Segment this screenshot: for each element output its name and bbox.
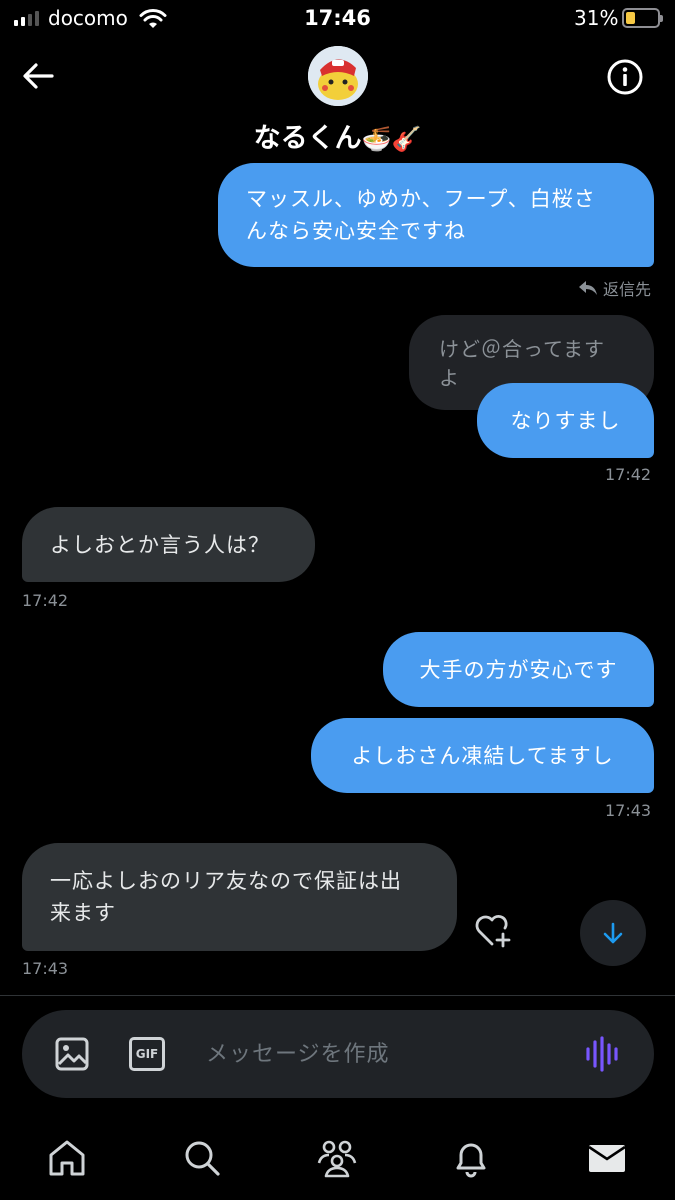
- message-bubble-incoming[interactable]: 一応よしおのリア友なので保証は出 来ます: [22, 843, 457, 951]
- message-bubble-outgoing[interactable]: なりすまし: [477, 383, 654, 458]
- add-reaction-icon[interactable]: [472, 910, 516, 950]
- voice-message-icon[interactable]: [582, 1034, 626, 1074]
- arrow-down-icon: [603, 922, 623, 944]
- tab-home[interactable]: [43, 1134, 91, 1182]
- avatar-image: [308, 46, 368, 106]
- contact-avatar[interactable]: [308, 46, 368, 106]
- bottom-tab-bar: [0, 1120, 675, 1200]
- message-timestamp: 17:43: [22, 959, 69, 978]
- message-timestamp: 17:42: [605, 465, 652, 484]
- info-icon: [607, 59, 643, 95]
- battery-icon: [622, 8, 663, 28]
- battery-level-fill: [626, 12, 635, 24]
- message-bubble-outgoing[interactable]: マッスル、ゆめか、フープ、白桜さ んなら安心安全ですね: [218, 163, 654, 267]
- home-icon: [49, 1140, 85, 1176]
- status-bar: docomo 17:46 31%: [0, 0, 675, 38]
- search-icon: [185, 1141, 220, 1176]
- communities-icon: [317, 1140, 357, 1178]
- reply-indicator: 返信先: [577, 276, 651, 300]
- message-timestamp: 17:42: [22, 591, 69, 610]
- contact-name[interactable]: なるくん🍜🎸: [0, 116, 675, 155]
- message-input[interactable]: [206, 1035, 566, 1073]
- contact-name-text: なるくん: [253, 123, 362, 154]
- notifications-icon: [456, 1143, 486, 1178]
- gif-button[interactable]: GIF: [129, 1037, 165, 1071]
- messages-icon: [588, 1145, 626, 1172]
- reply-label: 返信先: [603, 280, 652, 299]
- image-icon[interactable]: [54, 1036, 90, 1072]
- message-list[interactable]: マッスル、ゆめか、フープ、白桜さ んなら安心安全ですね 返信先 けど＠合ってます…: [0, 163, 675, 995]
- conversation-header: なるくん🍜🎸: [0, 38, 675, 163]
- back-arrow-icon: [23, 63, 54, 89]
- reply-icon: [579, 281, 597, 295]
- scroll-to-bottom-button[interactable]: [580, 900, 646, 966]
- battery-percent: 31%: [574, 6, 619, 30]
- message-bubble-outgoing[interactable]: 大手の方が安心です: [383, 632, 654, 707]
- tab-messages[interactable]: [583, 1134, 631, 1182]
- contact-name-emoji: 🍜🎸: [361, 125, 422, 153]
- composer-divider: [0, 995, 675, 996]
- conversation-info-button[interactable]: [605, 57, 645, 97]
- tab-search[interactable]: [178, 1134, 226, 1182]
- message-bubble-incoming[interactable]: よしおとか言う人は？: [22, 507, 315, 582]
- tab-notifications[interactable]: [447, 1134, 495, 1182]
- message-composer: GIF: [22, 1010, 654, 1098]
- back-button[interactable]: [18, 58, 58, 94]
- message-bubble-outgoing[interactable]: よしおさん凍結してますし: [311, 718, 654, 793]
- message-timestamp: 17:43: [605, 801, 652, 820]
- tab-communities[interactable]: [313, 1134, 361, 1182]
